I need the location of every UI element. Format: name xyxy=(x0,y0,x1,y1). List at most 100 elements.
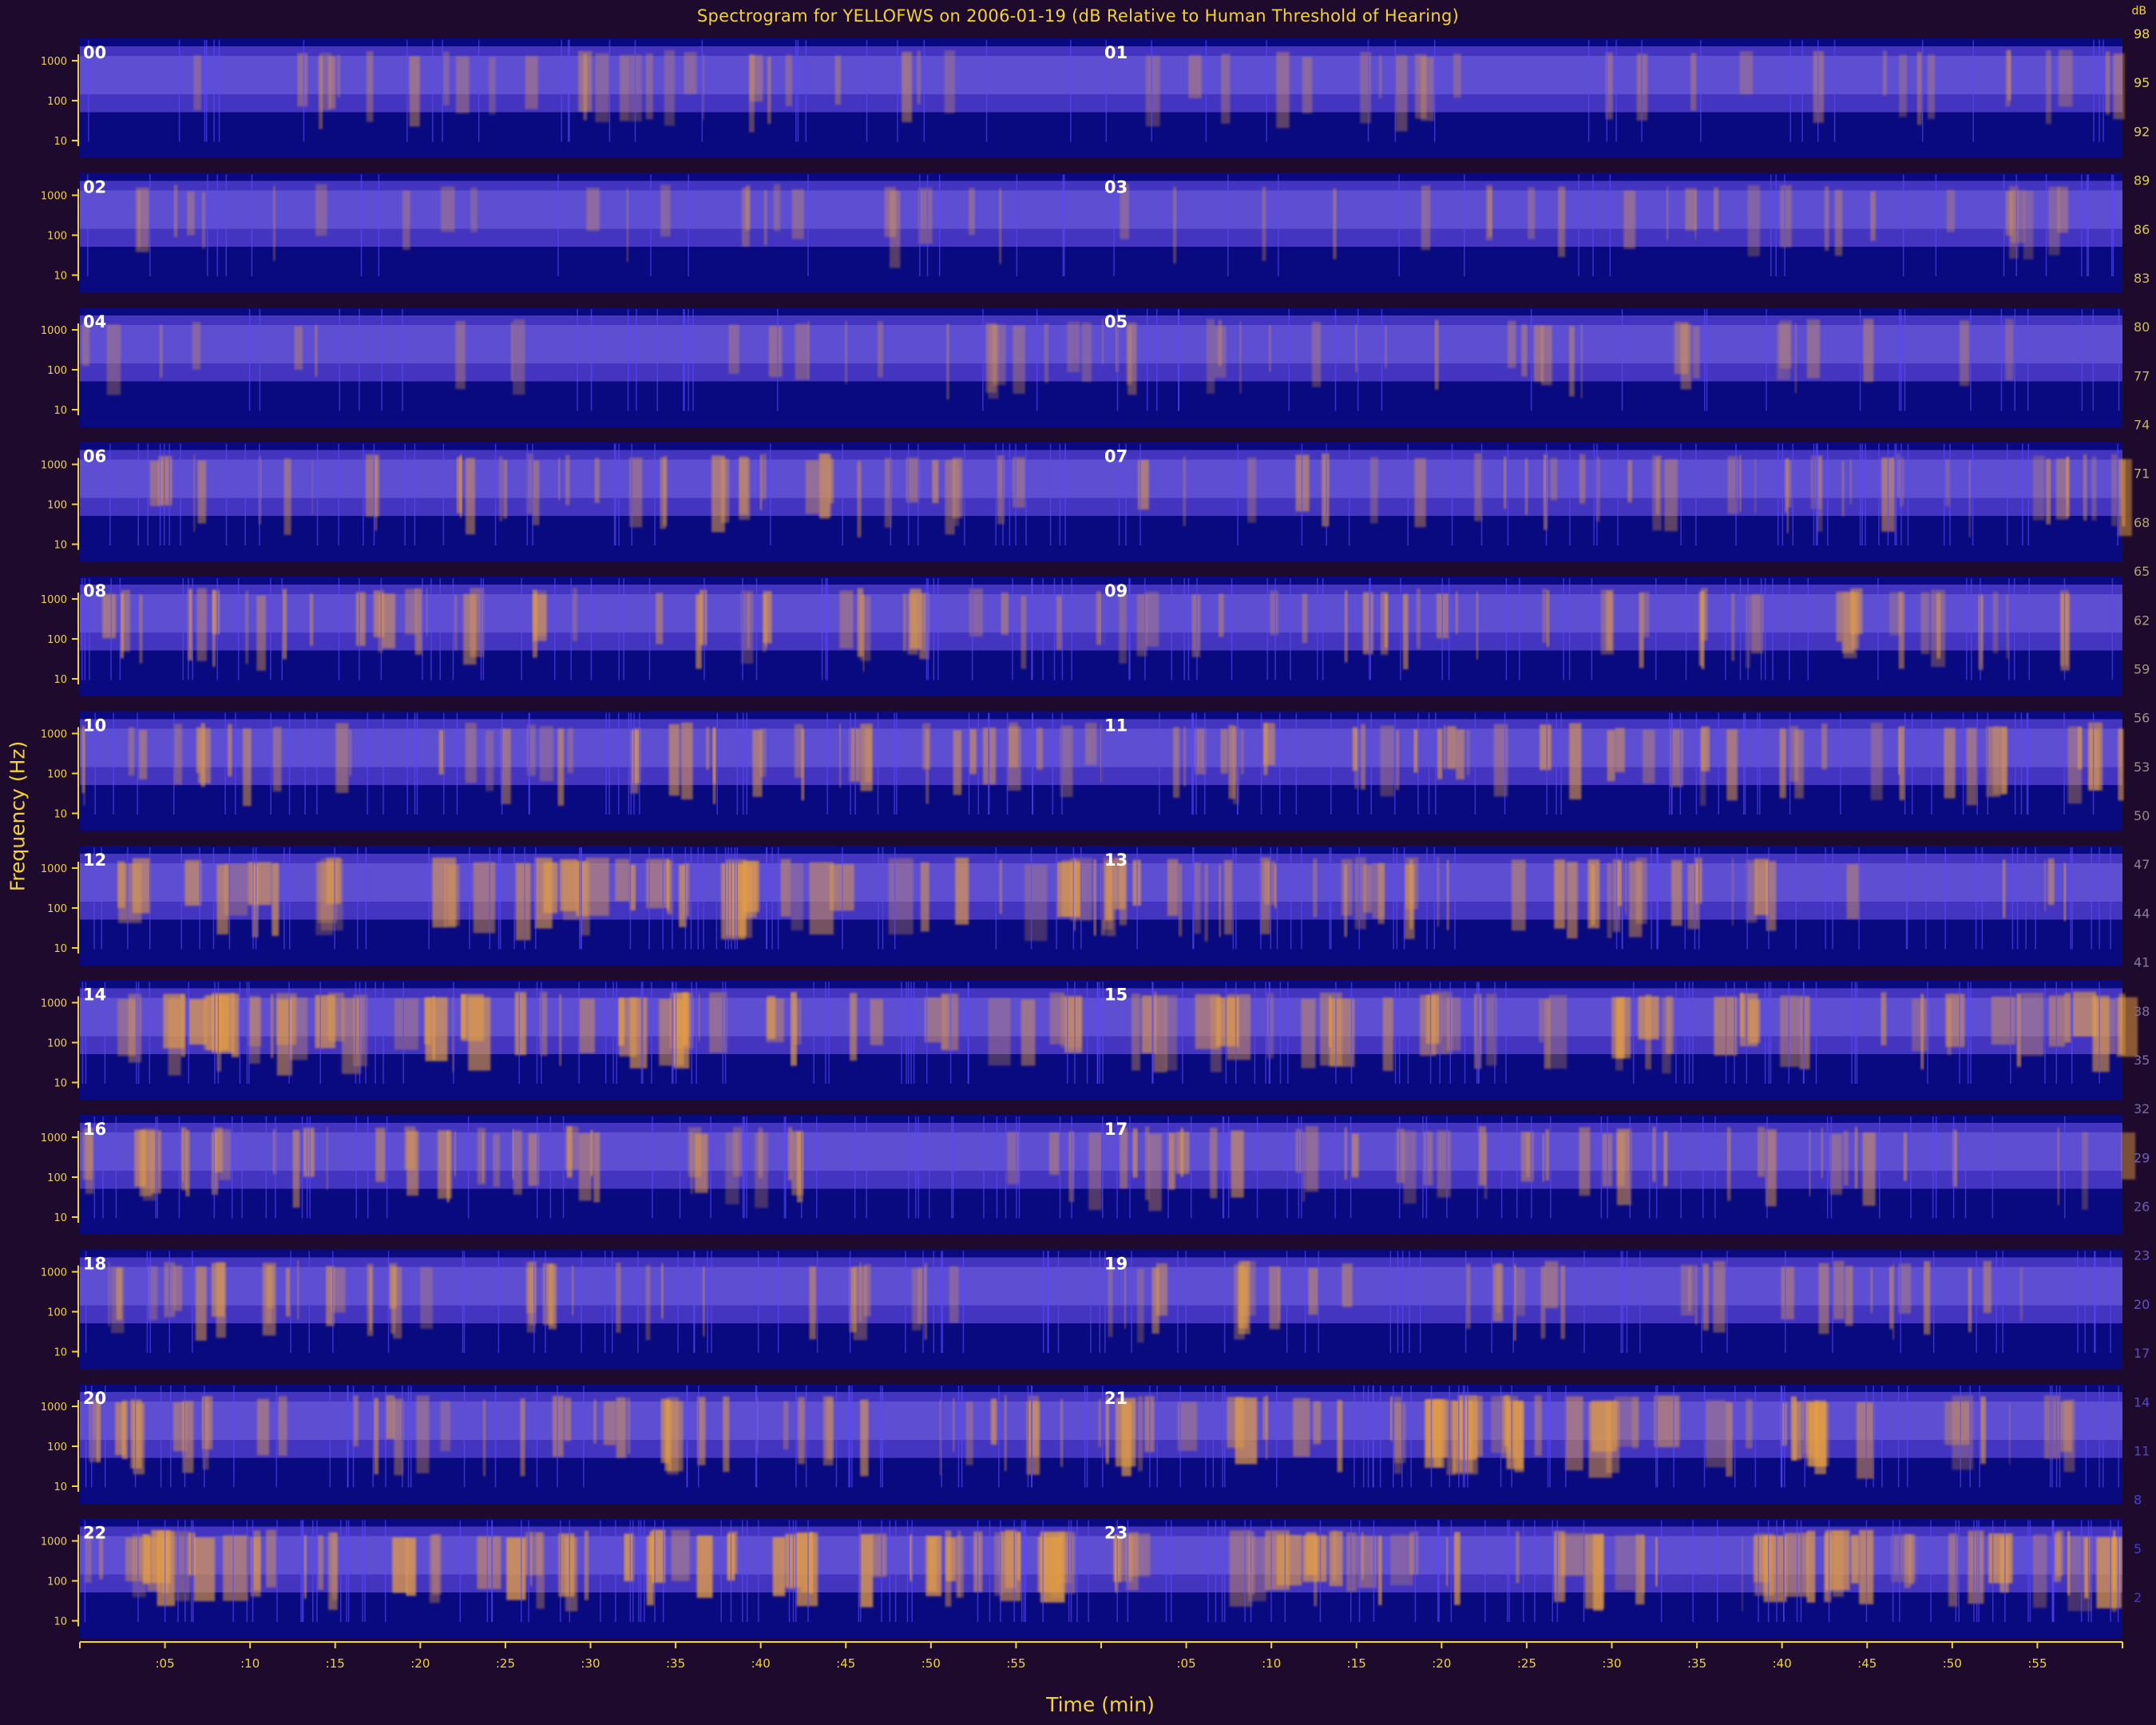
x-tick-label: :50 xyxy=(921,1656,941,1671)
x-tick-label: :50 xyxy=(1943,1656,1962,1671)
colorbar-tick-label: 8 xyxy=(2134,1493,2142,1508)
hour-row-label: 22 xyxy=(83,1524,106,1543)
y-tick-label: 100 xyxy=(47,1576,67,1588)
colorbar-tick-label: 35 xyxy=(2134,1053,2150,1068)
hour-row-label: 17 xyxy=(1104,1120,1128,1139)
y-tick-label: 10 xyxy=(54,1347,67,1359)
y-tick-label: 100 xyxy=(47,1038,67,1050)
y-tick-label: 100 xyxy=(47,903,67,915)
spectrogram-band-2: 04 05 xyxy=(80,307,2122,427)
colorbar-tick-label: 14 xyxy=(2134,1394,2150,1410)
y-tick-label: 10 xyxy=(54,540,67,552)
y-tick-label: 1000 xyxy=(41,1267,67,1279)
colorbar-tick-label: 95 xyxy=(2134,75,2150,90)
hour-row-label: 00 xyxy=(83,43,106,62)
hour-row-label: 18 xyxy=(83,1255,106,1274)
hour-row-label: 19 xyxy=(1104,1255,1128,1274)
colorbar-tick-label: 98 xyxy=(2134,26,2150,42)
hour-row-label: 04 xyxy=(83,312,106,331)
colorbar-tick-label: 50 xyxy=(2134,808,2150,823)
colorbar-tick-label: 44 xyxy=(2134,906,2150,921)
colorbar-tick-label: 86 xyxy=(2134,222,2150,237)
x-tick-label: :30 xyxy=(581,1656,600,1671)
hour-row-label: 01 xyxy=(1104,43,1128,62)
x-tick-label: :10 xyxy=(1262,1656,1281,1671)
x-tick-label: :45 xyxy=(1857,1656,1877,1671)
spectrogram-band-7: 14 15 xyxy=(80,980,2138,1100)
y-tick-label: 1000 xyxy=(41,594,67,606)
y-tick-label: 10 xyxy=(54,271,67,283)
y-tick-label: 1000 xyxy=(41,325,67,337)
colorbar-tick-label: 92 xyxy=(2134,124,2150,139)
y-tick-label: 100 xyxy=(47,769,67,781)
x-tick-label: :25 xyxy=(496,1656,515,1671)
colorbar: dB 98 95 92 89 86 83 80 77 74 71 68 65 62 59 56 53 50 47 44… xyxy=(2132,5,2150,1605)
y-tick-label: 1000 xyxy=(41,191,67,203)
spectrogram-band-3: 06 07 xyxy=(80,442,2132,562)
colorbar-tick-label: 77 xyxy=(2134,368,2150,383)
colorbar-tick-label: 68 xyxy=(2134,515,2150,530)
colorbar-tick-label: 62 xyxy=(2134,613,2150,628)
x-tick-label: :35 xyxy=(1687,1656,1706,1671)
hour-row-label: 20 xyxy=(83,1389,106,1408)
colorbar-tick-label: 53 xyxy=(2134,759,2150,775)
hour-row-label: 05 xyxy=(1104,312,1128,331)
colorbar-tick-label: 32 xyxy=(2134,1101,2150,1116)
spectrogram-band-11: 22 23 xyxy=(80,1518,2122,1639)
y-tick-label: 10 xyxy=(54,943,67,955)
y-tick-label: 1000 xyxy=(41,460,67,472)
colorbar-tick-label: 23 xyxy=(2134,1248,2150,1263)
hour-row-label: 12 xyxy=(83,851,106,870)
spectrogram-band-5: 10 11 xyxy=(80,711,2124,831)
x-tick-label: :35 xyxy=(666,1656,685,1671)
hour-row-label: 11 xyxy=(1104,716,1128,736)
x-tick-label: :15 xyxy=(1347,1656,1366,1671)
x-tick-label: :55 xyxy=(2027,1656,2047,1671)
hour-row-label: 03 xyxy=(1104,178,1128,197)
x-tick-label: :45 xyxy=(836,1656,855,1671)
y-tick-label: 100 xyxy=(47,1172,67,1184)
colorbar-tick-label: 26 xyxy=(2134,1200,2150,1215)
y-tick-label: 1000 xyxy=(41,729,67,741)
x-tick-label: :25 xyxy=(1517,1656,1536,1671)
spectrogram-band-4: 08 09 xyxy=(80,577,2122,696)
x-tick-label: :55 xyxy=(1006,1656,1025,1671)
hour-row-label: 15 xyxy=(1104,985,1128,1005)
spectrogram-band-8: 16 17 xyxy=(80,1115,2136,1235)
hour-row-label: 06 xyxy=(83,447,106,466)
colorbar-tick-label: 2 xyxy=(2134,1590,2142,1605)
colorbar-tick-label: 5 xyxy=(2134,1541,2142,1556)
colorbar-tick-label: 80 xyxy=(2134,319,2150,335)
y-tick-label: 100 xyxy=(47,1441,67,1453)
y-tick-label: 10 xyxy=(54,136,67,148)
hour-row-label: 02 xyxy=(83,178,106,197)
colorbar-tick-label: 17 xyxy=(2134,1346,2150,1361)
y-tick-label: 100 xyxy=(47,365,67,377)
hour-row-label: 13 xyxy=(1104,851,1128,870)
y-tick-label: 1000 xyxy=(41,863,67,875)
x-tick-label: :40 xyxy=(751,1656,771,1671)
hour-row-label: 10 xyxy=(83,716,106,736)
colorbar-tick-label: 38 xyxy=(2134,1004,2150,1019)
y-tick-label: 10 xyxy=(54,405,67,417)
y-tick-label: 1000 xyxy=(41,1537,67,1549)
spectrogram-band-10: 20 21 xyxy=(80,1384,2122,1504)
y-tick-label: 1000 xyxy=(41,56,67,68)
colorbar-label: dB xyxy=(2132,5,2147,18)
y-tick-label: 100 xyxy=(47,500,67,512)
y-tick-label: 10 xyxy=(54,1212,67,1224)
hour-row-label: 14 xyxy=(83,985,106,1005)
colorbar-tick-label: 29 xyxy=(2134,1150,2150,1165)
colorbar-tick-label: 74 xyxy=(2134,418,2150,433)
y-tick-label: 100 xyxy=(47,96,67,108)
y-tick-label: 10 xyxy=(54,1078,67,1090)
y-tick-label: 1000 xyxy=(41,1132,67,1144)
y-tick-label: 100 xyxy=(47,634,67,646)
hour-row-label: 16 xyxy=(83,1120,106,1139)
colorbar-tick-label: 83 xyxy=(2134,271,2150,286)
y-tick-label: 10 xyxy=(54,1481,67,1493)
x-tick-label: :15 xyxy=(326,1656,345,1671)
colorbar-tick-label: 11 xyxy=(2134,1443,2150,1458)
x-tick-label: :10 xyxy=(240,1656,260,1671)
x-tick-label: :20 xyxy=(410,1656,430,1671)
